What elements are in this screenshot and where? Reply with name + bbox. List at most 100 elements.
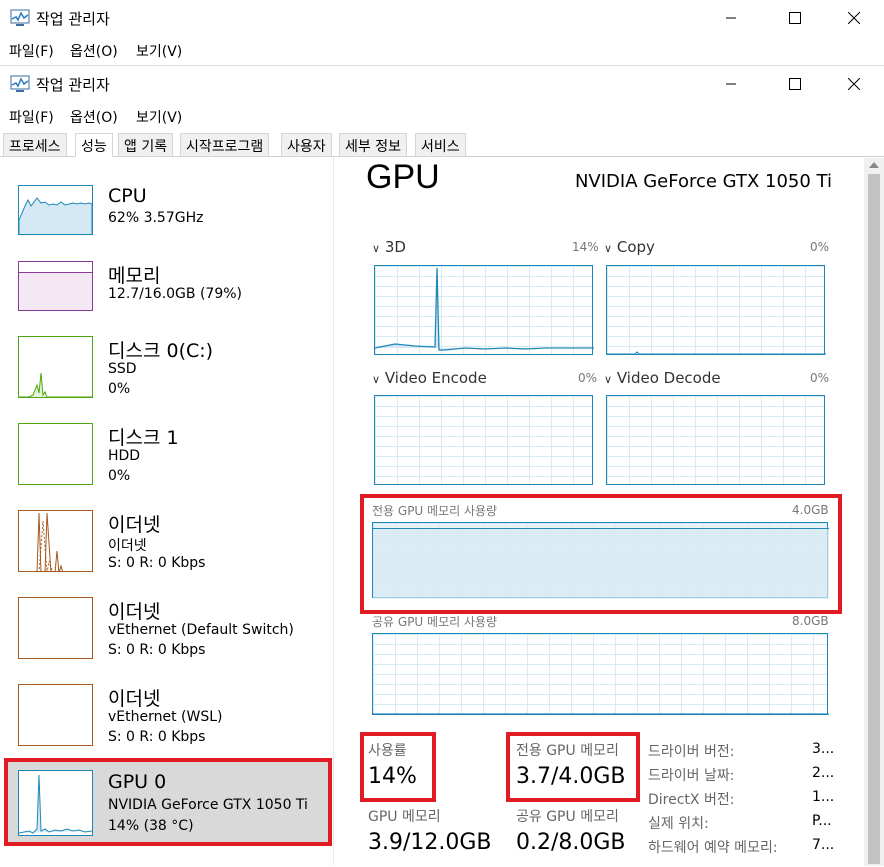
- gpu-memory-value: 3.9/12.0GB: [368, 830, 492, 855]
- highlight-box-dedicated-memory: [506, 732, 640, 802]
- sidebar-item-detail: 12.7/16.0GB (79%): [108, 286, 243, 302]
- disk0-thumbnail-graph: [18, 336, 93, 398]
- engine-selector-copy[interactable]: ∨ Copy: [604, 238, 655, 256]
- engine-percent: 14%: [572, 240, 599, 254]
- vertical-scrollbar[interactable]: [864, 158, 884, 866]
- maximize-icon: [789, 78, 801, 90]
- sidebar-item-title: 이더넷: [108, 688, 161, 710]
- tab-bar: 프로세스 성능 앱 기록 시작프로그램 사용자 세부 정보 서비스: [0, 131, 884, 157]
- sidebar-item-detail: HDD: [108, 448, 141, 464]
- menu-bar: 파일(F) 옵션(O) 보기(V): [0, 102, 884, 130]
- sidebar-item-throughput: S: 0 R: 0 Kbps: [108, 555, 206, 571]
- sidebar-item-usage: 0%: [108, 468, 131, 484]
- minimize-button[interactable]: [708, 0, 754, 36]
- title-bar: 작업 관리자: [0, 66, 884, 102]
- task-manager-icon: [10, 9, 30, 26]
- shared-memory-graph: [372, 633, 829, 715]
- sidebar-item-throughput: S: 0 R: 0 Kbps: [108, 729, 206, 745]
- tab-details[interactable]: 세부 정보: [339, 133, 407, 157]
- window-title: 작업 관리자: [36, 10, 110, 28]
- sidebar-item-memory[interactable]: 메모리 12.7/16.0GB (79%): [6, 261, 332, 347]
- tab-services[interactable]: 서비스: [415, 133, 466, 157]
- driver-version-label: 드라이버 버전:: [648, 744, 735, 760]
- shared-memory-label: 공유 GPU 메모리: [516, 809, 619, 825]
- engine-percent: 0%: [578, 371, 598, 385]
- engine-label: Copy: [616, 238, 655, 256]
- gpu-model-name: NVIDIA GeForce GTX 1050 Ti: [574, 171, 832, 192]
- close-button[interactable]: [831, 66, 877, 102]
- driver-version-value: 3...: [812, 741, 835, 757]
- menu-options[interactable]: 옵션(O): [70, 41, 118, 61]
- highlight-box-dedicated-memory-graph: [360, 494, 842, 614]
- close-button[interactable]: [831, 0, 877, 36]
- sidebar-item-ethernet-default-switch[interactable]: 이더넷 vEthernet (Default Switch) S: 0 R: 0…: [6, 597, 332, 683]
- engine-selector-video-decode[interactable]: ∨ Video Decode: [604, 369, 721, 387]
- sidebar-item-title: 디스크 1: [108, 427, 179, 449]
- sidebar-item-detail: vEthernet (WSL): [108, 709, 223, 725]
- engine-selector-video-encode[interactable]: ∨ Video Encode: [372, 369, 487, 387]
- scroll-up-icon[interactable]: [869, 162, 879, 168]
- shared-memory-graph-label: 공유 GPU 메모리 사용량: [372, 615, 498, 629]
- sidebar-item-usage: 0%: [108, 381, 131, 397]
- menu-view[interactable]: 보기(V): [136, 107, 182, 127]
- maximize-icon: [789, 12, 801, 24]
- menu-file[interactable]: 파일(F): [9, 41, 54, 61]
- chevron-down-icon: ∨: [604, 373, 613, 386]
- driver-date-label: 드라이버 날짜:: [648, 768, 735, 784]
- sidebar-item-throughput: S: 0 R: 0 Kbps: [108, 642, 206, 658]
- highlight-box-gpu-sidebar: [4, 758, 332, 846]
- directx-version-value: 1...: [812, 789, 835, 805]
- driver-date-value: 2...: [812, 765, 835, 781]
- highlight-box-usage: [360, 732, 436, 802]
- engine-percent: 0%: [810, 371, 830, 385]
- tab-app-history[interactable]: 앱 기록: [118, 133, 174, 157]
- maximize-button[interactable]: [772, 66, 818, 102]
- engine-graph-copy: [606, 265, 826, 355]
- engine-graph-3d: [374, 265, 594, 355]
- tab-users[interactable]: 사용자: [281, 133, 332, 157]
- sidebar-item-ethernet[interactable]: 이더넷 이더넷 S: 0 R: 0 Kbps: [6, 510, 332, 596]
- tab-processes[interactable]: 프로세스: [3, 133, 67, 157]
- background-window: 작업 관리자 파일(F) 옵션(O) 보기(V): [0, 0, 884, 66]
- close-icon: [848, 78, 860, 90]
- engine-label: Video Encode: [384, 369, 487, 387]
- gpu-memory-label: GPU 메모리: [368, 809, 441, 825]
- minimize-icon: [726, 17, 736, 19]
- tab-performance[interactable]: 성능: [75, 133, 113, 157]
- maximize-button[interactable]: [772, 0, 818, 36]
- hardware-reserved-memory-label: 하드웨어 예약 메모리:: [648, 840, 778, 856]
- physical-location-value: P...: [812, 813, 832, 829]
- sidebar-item-cpu[interactable]: CPU 62% 3.57GHz: [6, 185, 332, 271]
- hardware-reserved-memory-value: 7...: [812, 837, 835, 853]
- engine-selector-3d[interactable]: ∨ 3D: [372, 238, 406, 256]
- tab-startup[interactable]: 시작프로그램: [180, 133, 270, 157]
- ethernet-thumbnail-graph: [18, 597, 93, 659]
- directx-version-label: DirectX 버전:: [648, 792, 735, 808]
- sidebar-item-title: 이더넷: [108, 601, 161, 623]
- ethernet-thumbnail-graph: [18, 684, 93, 746]
- sidebar-item-title: 메모리: [108, 265, 161, 287]
- title-bar-back: 작업 관리자: [0, 0, 884, 36]
- engine-percent: 0%: [810, 240, 830, 254]
- minimize-button[interactable]: [708, 66, 754, 102]
- shared-memory-graph-max: 8.0GB: [792, 614, 829, 628]
- sidebar-item-detail: vEthernet (Default Switch): [108, 622, 294, 638]
- chevron-down-icon: ∨: [372, 373, 381, 386]
- gpu-detail-pane: GPU NVIDIA GeForce GTX 1050 Ti ∨ 3D 14% …: [344, 158, 864, 866]
- performance-content: CPU 62% 3.57GHz 메모리 12.7/16.0GB (79%) 디스…: [0, 158, 884, 867]
- menu-view[interactable]: 보기(V): [136, 41, 182, 61]
- sidebar-item-disk1[interactable]: 디스크 1 HDD 0%: [6, 423, 332, 509]
- menu-options[interactable]: 옵션(O): [70, 107, 118, 127]
- window-title: 작업 관리자: [36, 76, 110, 94]
- sidebar-item-title: 디스크 0(C:): [108, 340, 214, 362]
- sidebar-item-disk0[interactable]: 디스크 0(C:) SSD 0%: [6, 336, 332, 422]
- disk1-thumbnail-graph: [18, 423, 93, 485]
- task-manager-icon: [10, 75, 30, 92]
- scrollbar-thumb[interactable]: [868, 174, 880, 864]
- shared-memory-value: 0.2/8.0GB: [516, 830, 626, 855]
- menu-file[interactable]: 파일(F): [9, 107, 54, 127]
- chevron-down-icon: ∨: [604, 242, 613, 255]
- sidebar-item-title: 이더넷: [108, 514, 161, 536]
- menu-bar-back: 파일(F) 옵션(O) 보기(V): [0, 36, 884, 64]
- sidebar-item-detail: 이더넷: [108, 538, 147, 554]
